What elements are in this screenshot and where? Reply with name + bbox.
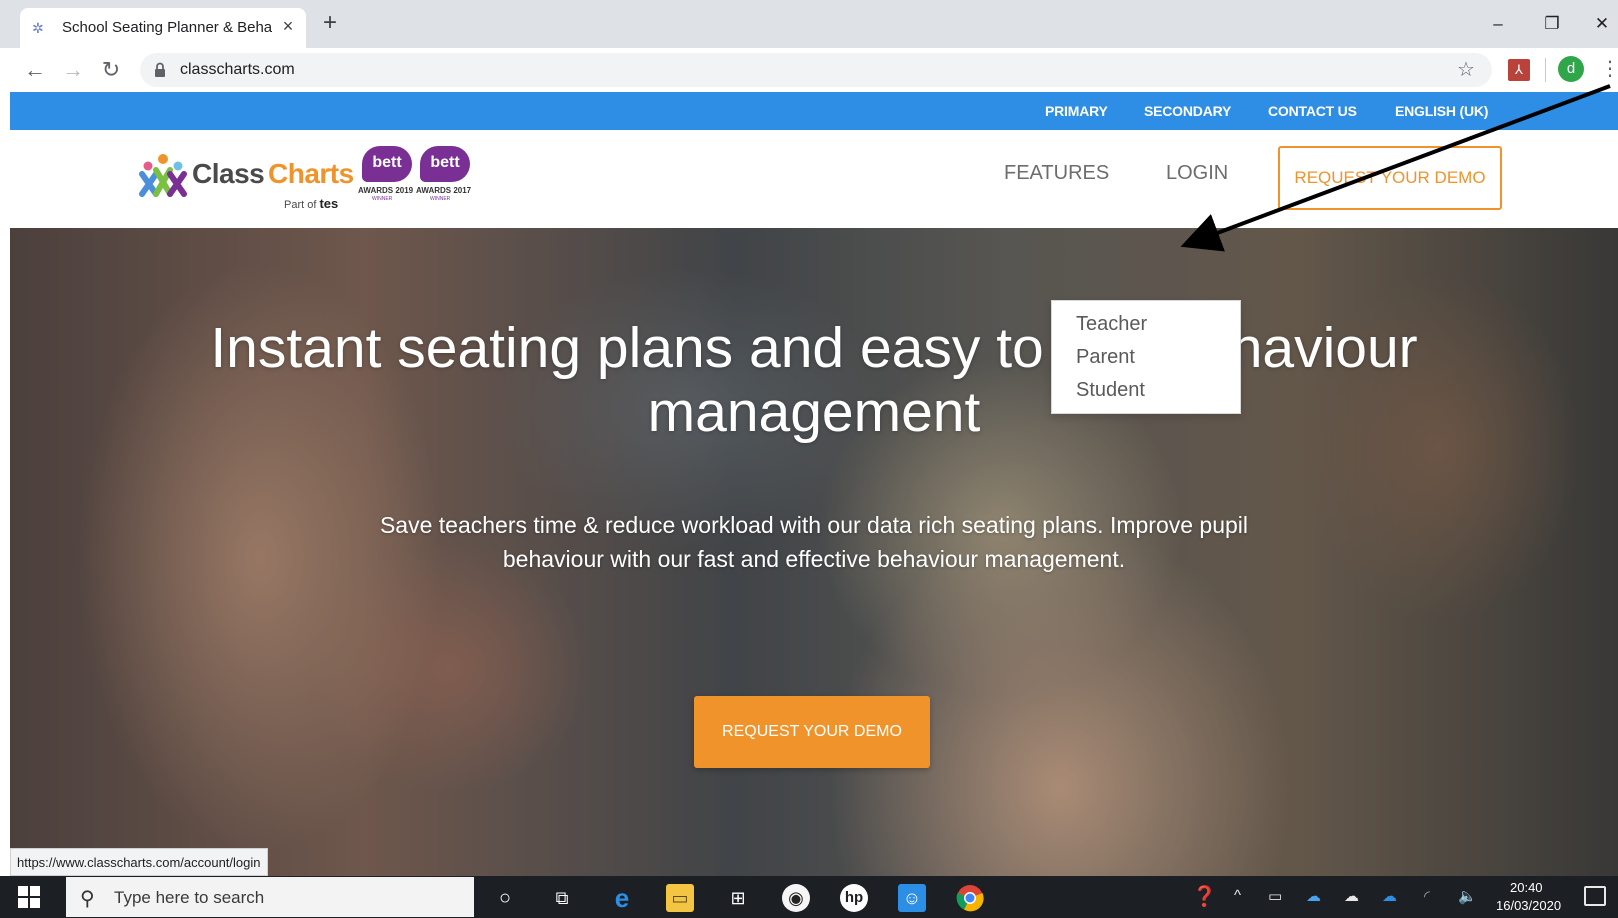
minimize-icon[interactable]: – — [1478, 10, 1518, 38]
nav-features-link[interactable]: FEATURES — [1004, 162, 1109, 185]
award-year: AWARDS 2017 — [416, 186, 472, 195]
reload-icon[interactable]: ↻ — [98, 57, 124, 83]
award-winner: WINNER — [430, 196, 451, 202]
login-teacher-item[interactable]: Teacher — [1076, 313, 1147, 336]
chrome-icon[interactable] — [956, 884, 984, 912]
tab-title: School Seating Planner & Behavi — [62, 19, 272, 36]
wifi-icon[interactable]: ◜ — [1424, 887, 1430, 905]
nav-language-link[interactable]: ENGLISH (UK) — [1395, 103, 1488, 119]
bett-award-2019: bett AWARDS 2019 WINNER — [358, 146, 414, 210]
lock-icon — [155, 62, 165, 77]
nav-primary-link[interactable]: PRIMARY — [1045, 103, 1108, 119]
request-demo-header-button[interactable]: REQUEST YOUR DEMO — [1278, 146, 1502, 210]
show-hidden-icons-icon[interactable]: ^ — [1234, 887, 1241, 904]
link-status-url: https://www.classcharts.com/account/logi… — [10, 848, 268, 876]
onedrive-icon[interactable]: ☁ — [1344, 887, 1359, 905]
microsoft-store-icon[interactable]: ⊞ — [724, 884, 752, 912]
hero-subtitle: Save teachers time & reduce workload wit… — [379, 512, 1249, 572]
cortana-icon[interactable]: ○ — [491, 884, 519, 912]
windows-start-icon[interactable] — [18, 886, 40, 908]
volume-icon[interactable]: 🔈 — [1458, 887, 1477, 905]
browser-tabstrip: ✲ School Seating Planner & Behavi × + – … — [0, 0, 1618, 48]
hero-title: Instant seating plans and easy to use be… — [210, 316, 1418, 444]
tab-close-icon[interactable]: × — [278, 16, 298, 36]
new-tab-button[interactable]: + — [318, 11, 342, 36]
taskbar-search[interactable]: ⚲ Type here to search — [66, 877, 474, 917]
profile-avatar[interactable]: d — [1558, 56, 1584, 82]
notifications-icon[interactable] — [1584, 886, 1606, 906]
url-text: classcharts.com — [180, 61, 295, 78]
hp-icon[interactable]: hp — [840, 884, 868, 912]
onedrive-offline-icon[interactable]: ☁ — [1306, 887, 1321, 905]
classcharts-mark-icon — [139, 154, 187, 197]
request-demo-hero-button[interactable]: REQUEST YOUR DEMO — [694, 696, 930, 768]
nav-contact-link[interactable]: CONTACT US — [1268, 103, 1357, 119]
pdf-extension-icon[interactable]: ⅄ — [1508, 59, 1530, 81]
login-dropdown-menu: Teacher Parent Student — [1051, 300, 1241, 414]
logo-tagline: Part of tes — [284, 196, 339, 211]
utility-bar: PRIMARY SECONDARY CONTACT US ENGLISH (UK… — [10, 92, 1618, 130]
address-bar[interactable]: classcharts.com ☆ — [140, 53, 1492, 87]
clock-time[interactable]: 20:40 — [1510, 880, 1543, 895]
login-student-item[interactable]: Student — [1076, 379, 1145, 402]
clock-date[interactable]: 16/03/2020 — [1496, 898, 1561, 913]
taskbar-search-placeholder: Type here to search — [114, 888, 265, 907]
bett-badge: bett — [362, 146, 412, 182]
edge-browser-icon[interactable]: e — [608, 884, 636, 912]
bookmark-star-icon[interactable]: ☆ — [1454, 58, 1478, 82]
close-window-icon[interactable]: ✕ — [1586, 10, 1618, 38]
onedrive-business-icon[interactable]: ☁ — [1382, 887, 1397, 905]
classcharts-logo[interactable]: Class Charts Part of tes — [138, 148, 358, 211]
restore-icon[interactable]: ❐ — [1532, 10, 1572, 38]
nav-secondary-link[interactable]: SECONDARY — [1144, 103, 1231, 119]
screen: ✲ School Seating Planner & Behavi × + – … — [0, 0, 1618, 918]
bett-badge: bett — [420, 146, 470, 182]
logo-charts-text: Charts — [268, 158, 354, 189]
website: PRIMARY SECONDARY CONTACT US ENGLISH (UK… — [10, 92, 1618, 876]
browser-toolbar: ← → ↻ classcharts.com ☆ — [0, 48, 1618, 92]
award-winner: WINNER — [372, 196, 393, 202]
task-view-icon[interactable]: ⧉ — [548, 884, 576, 912]
windows-taskbar: ⚲ Type here to search ○ ⧉ e ▭ ⊞ ◉ hp ☺ ❓… — [0, 876, 1618, 918]
forward-arrow-icon[interactable]: → — [60, 57, 86, 83]
hero-banner: Instant seating plans and easy to use be… — [10, 228, 1618, 876]
browser-tab[interactable]: ✲ School Seating Planner & Behavi × — [20, 8, 306, 48]
help-icon[interactable]: ❓ — [1192, 884, 1217, 909]
file-explorer-icon[interactable]: ▭ — [666, 884, 694, 912]
app-icon[interactable]: ☺ — [898, 884, 926, 912]
site-header: Class Charts Part of tes bett AWARDS 201… — [10, 130, 1618, 228]
browser-menu-icon[interactable]: ⋮ — [1600, 56, 1618, 82]
search-icon: ⚲ — [80, 888, 95, 910]
logo-class-text: Class — [192, 158, 265, 189]
nav-login-link[interactable]: LOGIN — [1166, 162, 1228, 185]
classcharts-favicon-icon: ✲ — [32, 20, 44, 36]
login-parent-item[interactable]: Parent — [1076, 346, 1135, 369]
battery-icon[interactable]: ▭ — [1268, 887, 1282, 905]
bett-award-2017: bett AWARDS 2017 WINNER — [416, 146, 472, 210]
webcam-app-icon[interactable]: ◉ — [782, 884, 810, 912]
award-year: AWARDS 2019 — [358, 186, 414, 195]
toolbar-divider — [1545, 58, 1546, 82]
back-arrow-icon[interactable]: ← — [22, 57, 48, 83]
